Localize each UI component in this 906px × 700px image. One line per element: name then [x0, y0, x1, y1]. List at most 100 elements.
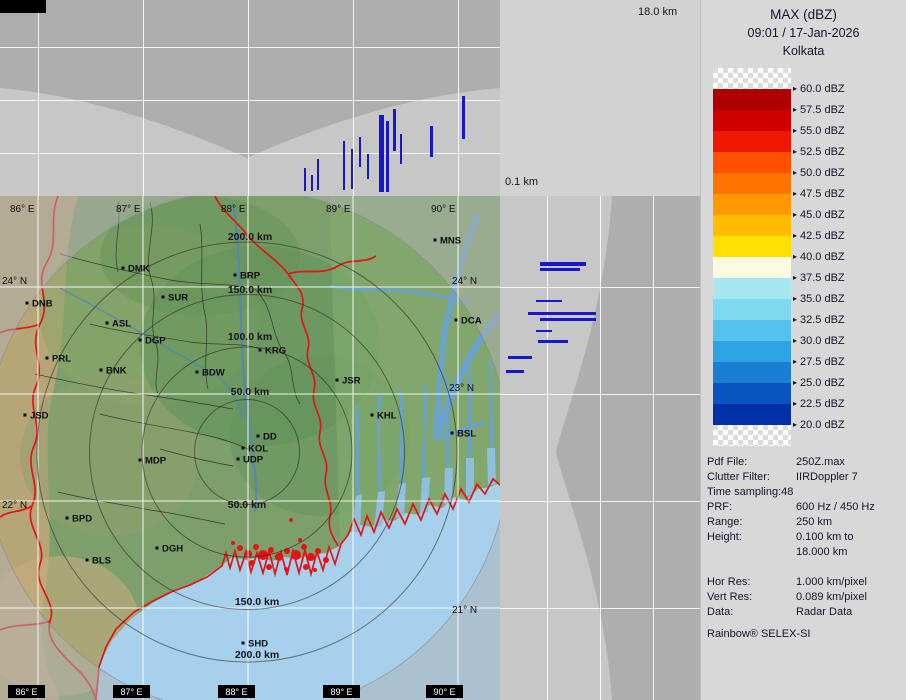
- echo-bar: [393, 109, 396, 151]
- station-label: DD: [263, 432, 277, 443]
- echo-bar: [367, 154, 369, 179]
- station-label: BLS: [92, 556, 111, 567]
- legend-swatch: [713, 341, 791, 362]
- legend-row: ▸22.5 dBZ: [713, 383, 903, 404]
- height-axis-max-label: 18.0 km: [638, 6, 677, 18]
- echo-bar: [536, 300, 562, 302]
- latitude-label: 22° N: [2, 500, 27, 511]
- echo-bar: [536, 330, 552, 332]
- legend-swatch: [713, 110, 791, 131]
- station-dot: [139, 339, 142, 342]
- station-dot: [100, 369, 103, 372]
- longitude-chip-label: 88° E: [225, 687, 247, 697]
- station-dot: [434, 239, 437, 242]
- station-dot: [86, 559, 89, 562]
- station-label: MDP: [145, 456, 167, 467]
- station-dot: [234, 274, 237, 277]
- legend-row: ▸35.0 dBZ: [713, 278, 903, 299]
- station-label: UDP: [243, 455, 264, 466]
- station-name: Kolkata: [701, 44, 906, 58]
- longitude-chip-label: 90° E: [433, 687, 455, 697]
- info-row: PRF:600 Hz / 450 Hz: [707, 500, 905, 515]
- legend-row: ▸47.5 dBZ: [713, 173, 903, 194]
- info-row: Hor Res:1.000 km/pixel: [707, 575, 905, 590]
- legend-row: ▸37.5 dBZ: [713, 257, 903, 278]
- station-dot: [242, 642, 245, 645]
- gridline: [248, 0, 249, 196]
- gridline: [0, 47, 500, 48]
- station-label: BNK: [106, 366, 127, 377]
- longitude-label: 90° E: [431, 204, 456, 215]
- station-label: BPD: [72, 514, 92, 525]
- latitude-label: 24° N: [452, 276, 477, 287]
- legend-swatch: [713, 404, 791, 425]
- longitude-label: 87° E: [116, 204, 141, 215]
- echo-bar: [430, 126, 433, 157]
- range-ring-label: 200.0 km: [228, 231, 272, 243]
- timestamp: 09:01 / 17-Jan-2026: [701, 26, 906, 40]
- station-label: KOL: [248, 444, 268, 455]
- legend-swatch: [713, 131, 791, 152]
- echo-bar: [540, 318, 596, 321]
- longitude-label: 88° E: [221, 204, 246, 215]
- legend-swatch: [713, 152, 791, 173]
- gridline: [0, 153, 500, 154]
- info-row: Vert Res:0.089 km/pixel: [707, 590, 905, 605]
- longitude-label: 86° E: [10, 204, 35, 215]
- gridline: [500, 608, 700, 609]
- echo-bar: [528, 312, 596, 315]
- echo-bar: [379, 115, 384, 192]
- info-row: Time sampling:48: [707, 485, 905, 500]
- range-ring-label: 200.0 km: [235, 649, 279, 661]
- echo-bar: [540, 268, 580, 271]
- legend-swatch: [713, 362, 791, 383]
- station-dot: [139, 459, 142, 462]
- legend-row: ▸57.5 dBZ: [713, 89, 903, 110]
- station-dot: [196, 371, 199, 374]
- station-label: ASL: [112, 319, 131, 330]
- legend-row: [713, 425, 903, 446]
- range-ring-label: 150.0 km: [235, 596, 279, 608]
- scan-info-list: Pdf File:250Z.maxClutter Filter:IIRDoppl…: [707, 455, 905, 620]
- echo-bar: [317, 159, 319, 190]
- map-panel[interactable]: 200.0 km150.0 km100.0 km50.0 km50.0 km15…: [0, 196, 500, 700]
- legend-row: ▸27.5 dBZ: [713, 341, 903, 362]
- echo-bar: [351, 149, 353, 189]
- station-label: MNS: [440, 236, 461, 247]
- station-dot: [162, 296, 165, 299]
- range-ring-label: 100.0 km: [228, 331, 272, 343]
- legend-swatch: [713, 68, 791, 89]
- info-row: Range:250 km: [707, 515, 905, 530]
- longitude-chip-label: 86° E: [15, 687, 37, 697]
- station-dot: [336, 379, 339, 382]
- height-axis-label-area: 18.0 km 0.1 km: [500, 0, 700, 196]
- legend-row: ▸52.5 dBZ: [713, 131, 903, 152]
- echo-bar: [311, 175, 313, 191]
- software-name: Rainbow® SELEX-SI: [707, 628, 811, 640]
- color-legend: ▸60.0 dBZ▸57.5 dBZ▸55.0 dBZ▸52.5 dBZ▸50.…: [713, 68, 903, 446]
- gridline: [653, 196, 654, 700]
- gridline: [500, 287, 700, 288]
- legend-row: ▸30.0 dBZ: [713, 320, 903, 341]
- station-label: JSD: [30, 411, 49, 422]
- info-row: [707, 560, 905, 575]
- station-label: DCA: [461, 316, 482, 327]
- latitude-label: 24° N: [2, 276, 27, 287]
- legend-swatch: [713, 320, 791, 341]
- echo-bar: [508, 356, 532, 359]
- legend-swatch: [713, 194, 791, 215]
- station-dot: [371, 414, 374, 417]
- station-label: DGP: [145, 336, 166, 347]
- station-label: KRG: [265, 346, 286, 357]
- beam-envelope-top: [0, 0, 500, 196]
- station-dot: [26, 302, 29, 305]
- legend-row: ▸40.0 dBZ: [713, 236, 903, 257]
- station-label: SUR: [168, 293, 188, 304]
- axis-chip: [0, 0, 29, 13]
- gridline: [38, 0, 39, 196]
- legend-swatch: [713, 425, 791, 446]
- station-dot: [46, 357, 49, 360]
- station-dot: [237, 458, 240, 461]
- station-dot: [24, 414, 27, 417]
- station-label: BDW: [202, 368, 225, 379]
